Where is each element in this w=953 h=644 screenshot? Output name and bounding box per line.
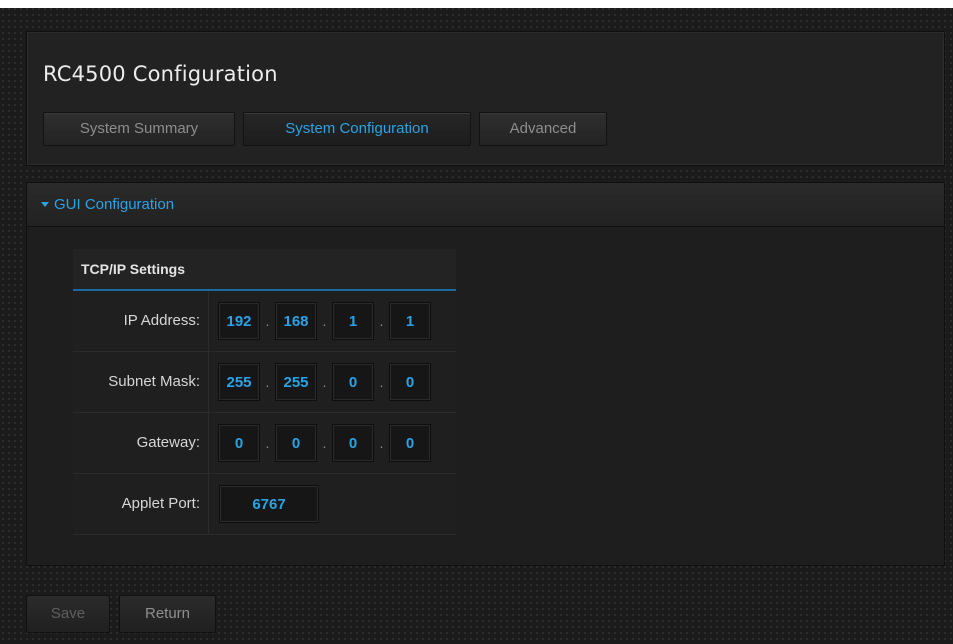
return-button[interactable]: Return: [119, 595, 216, 633]
tcpip-settings-table: TCP/IP Settings IP Address: 192 . 168 . …: [73, 249, 456, 535]
octet-separator: .: [322, 435, 327, 451]
gui-configuration-section-header[interactable]: GUI Configuration: [27, 183, 944, 227]
subnet-mask-octet-3[interactable]: 0: [332, 363, 374, 401]
octet-separator: .: [265, 374, 270, 390]
ip-address-octet-3[interactable]: 1: [332, 302, 374, 340]
gateway-label: Gateway:: [73, 413, 209, 473]
octet-separator: .: [265, 435, 270, 451]
octet-separator: .: [322, 374, 327, 390]
ip-address-octet-2[interactable]: 168: [275, 302, 317, 340]
ip-address-label: IP Address:: [73, 291, 209, 351]
ip-address-octet-1[interactable]: 192: [218, 302, 260, 340]
octet-separator: .: [322, 313, 327, 329]
subnet-mask-octet-2[interactable]: 255: [275, 363, 317, 401]
applet-port-row: Applet Port: 6767: [73, 474, 456, 535]
subnet-mask-row: Subnet Mask: 255 . 255 . 0 . 0: [73, 352, 456, 413]
octet-separator: .: [379, 313, 384, 329]
page-title: RC4500 Configuration: [43, 62, 278, 86]
ip-address-row: IP Address: 192 . 168 . 1 . 1: [73, 291, 456, 352]
gateway-octet-3[interactable]: 0: [332, 424, 374, 462]
save-button[interactable]: Save: [26, 595, 110, 633]
applet-port-label: Applet Port:: [73, 474, 209, 534]
subnet-mask-octet-1[interactable]: 255: [218, 363, 260, 401]
octet-separator: .: [379, 435, 384, 451]
subnet-mask-label: Subnet Mask:: [73, 352, 209, 412]
tab-bar: System Summary System Configuration Adva…: [43, 112, 607, 146]
gateway-octet-2[interactable]: 0: [275, 424, 317, 462]
gateway-octet-1[interactable]: 0: [218, 424, 260, 462]
footer-actions: Save Return: [26, 595, 216, 633]
tcpip-settings-header: TCP/IP Settings: [73, 249, 456, 291]
octet-separator: .: [379, 374, 384, 390]
section-title: GUI Configuration: [54, 196, 175, 213]
gateway-row: Gateway: 0 . 0 . 0 . 0: [73, 413, 456, 474]
main-panel: GUI Configuration TCP/IP Settings IP Add…: [26, 182, 945, 566]
header-panel: RC4500 Configuration System Summary Syst…: [26, 31, 945, 166]
subnet-mask-octet-4[interactable]: 0: [389, 363, 431, 401]
caret-down-icon: [41, 202, 49, 207]
tab-system-summary[interactable]: System Summary: [43, 112, 235, 146]
top-strip: [0, 0, 953, 8]
tab-system-configuration[interactable]: System Configuration: [243, 112, 471, 146]
gateway-octet-4[interactable]: 0: [389, 424, 431, 462]
ip-address-octet-4[interactable]: 1: [389, 302, 431, 340]
applet-port-field[interactable]: 6767: [219, 485, 319, 523]
octet-separator: .: [265, 313, 270, 329]
tab-advanced[interactable]: Advanced: [479, 112, 607, 146]
